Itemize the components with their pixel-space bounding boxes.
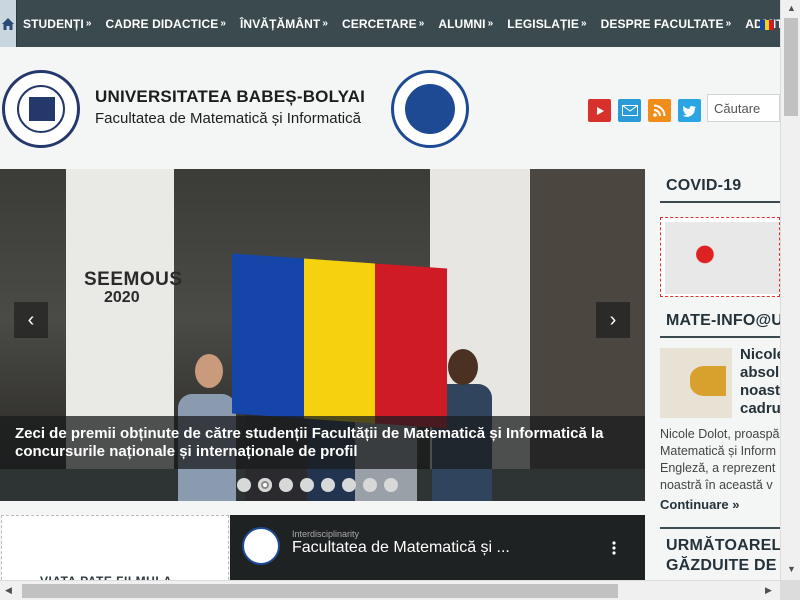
nav-item-despre-facultate[interactable]: DESPRE FACULTATE» — [601, 0, 740, 47]
twitter-icon[interactable] — [678, 99, 701, 122]
events-section-title[interactable]: URMĂTOAREL — [666, 537, 781, 555]
nav-item-alumni[interactable]: ALUMNI» — [438, 0, 501, 47]
hero-slider[interactable]: SEEMOUS 2020 Zeci de premii obținute de … — [0, 169, 645, 501]
search-input[interactable]: Căutare — [707, 94, 780, 122]
faculty-logo-emblem — [405, 84, 455, 134]
chevron-right-icon: » — [487, 18, 494, 29]
slider-dot[interactable] — [384, 478, 398, 492]
university-name[interactable]: UNIVERSITATEA BABEȘ-BOLYAI — [95, 87, 365, 107]
student-head — [195, 354, 223, 388]
vertical-scroll-thumb[interactable] — [784, 18, 798, 116]
slide-caption[interactable]: Zeci de premii obținute de către studenț… — [0, 416, 645, 469]
horizontal-scrollbar[interactable]: ◀ ▶ — [0, 580, 780, 600]
news-excerpt: Nicole Dolot, proaspă Matematică și Info… — [660, 427, 780, 492]
chevron-right-icon: » — [418, 18, 425, 29]
banner-year: 2020 — [104, 289, 140, 306]
nav-item-legislatie[interactable]: LEGISLAȚIE» — [507, 0, 594, 47]
news-title[interactable]: Nicole absol noast cadru — [740, 346, 780, 418]
romanian-flag-photo — [232, 253, 448, 429]
slider-dot[interactable] — [279, 478, 293, 492]
slider-dot[interactable] — [363, 478, 377, 492]
home-button[interactable] — [0, 0, 17, 47]
mail-icon[interactable] — [618, 99, 641, 122]
youtube-icon[interactable] — [588, 99, 611, 122]
featured-card: VIATA PATE FILMULA — [1, 515, 229, 588]
covid-section-title[interactable]: COVID-19 — [666, 177, 741, 195]
covid-banner-image[interactable] — [660, 217, 780, 297]
events-section-title-line2[interactable]: GĂZDUITE DE — [666, 557, 777, 575]
section-divider — [660, 527, 780, 529]
nav-item-cadre-didactice[interactable]: CADRE DIDACTICE» — [105, 0, 234, 47]
news-thumbnail[interactable] — [660, 348, 732, 418]
chevron-right-icon: › — [609, 308, 617, 331]
language-flag-icon[interactable] — [760, 20, 775, 30]
vertical-scrollbar[interactable]: ▲ ▼ — [780, 0, 800, 580]
seal-book-emblem — [29, 97, 55, 121]
chevron-right-icon: » — [220, 18, 226, 29]
home-icon — [2, 17, 14, 30]
chevron-right-icon: » — [85, 18, 92, 29]
slider-dot[interactable] — [300, 478, 314, 492]
section-divider — [660, 201, 780, 203]
more-options-icon[interactable] — [612, 541, 616, 555]
nav-menu: STUDENȚI» CADRE DIDACTICE» ÎNVĂȚĂMÂNT» C… — [17, 0, 800, 47]
slider-dot[interactable] — [237, 478, 251, 492]
site-header: UNIVERSITATEA BABEȘ-BOLYAI Facultatea de… — [0, 47, 780, 169]
continue-link[interactable]: Continuare » — [660, 497, 739, 512]
horizontal-scroll-thumb[interactable] — [22, 584, 618, 598]
university-seal-logo[interactable] — [2, 70, 80, 148]
virus-image — [665, 222, 779, 294]
scroll-right-icon[interactable]: ▶ — [765, 585, 772, 596]
slider-prev-button[interactable]: ‹ — [14, 302, 48, 338]
mate-info-section-title[interactable]: MATE-INFO@U — [666, 312, 783, 330]
rss-icon[interactable] — [648, 99, 671, 122]
scroll-down-icon[interactable]: ▼ — [787, 564, 796, 574]
video-title[interactable]: Facultatea de Matematică și ... — [292, 539, 510, 557]
chevron-right-icon: » — [322, 18, 328, 29]
video-channel-avatar[interactable] — [242, 527, 280, 565]
video-channel-name: Interdisciplinarity — [292, 529, 360, 539]
banner-text: SEEMOUS — [84, 269, 183, 290]
slider-dot[interactable] — [258, 478, 272, 492]
top-navigation: STUDENȚI» CADRE DIDACTICE» ÎNVĂȚĂMÂNT» C… — [0, 0, 800, 47]
slider-next-button[interactable]: › — [596, 302, 630, 338]
scrollbar-corner — [780, 580, 800, 600]
section-divider — [660, 336, 780, 338]
nav-item-studenti[interactable]: STUDENȚI» — [23, 0, 99, 47]
chevron-right-icon: » — [725, 18, 732, 29]
embedded-video[interactable]: Interdisciplinarity Facultatea de Matema… — [230, 515, 645, 585]
scroll-left-icon[interactable]: ◀ — [5, 585, 12, 596]
nav-item-cercetare[interactable]: CERCETARE» — [342, 0, 432, 47]
faculty-logo[interactable] — [391, 70, 469, 148]
nav-item-invatamant[interactable]: ÎNVĂȚĂMÂNT» — [240, 0, 336, 47]
chevron-right-icon: » — [580, 18, 587, 29]
student-head — [448, 349, 478, 385]
faculty-name[interactable]: Facultatea de Matematică și Informatică — [95, 110, 361, 127]
slider-dot[interactable] — [321, 478, 335, 492]
slider-dot[interactable] — [342, 478, 356, 492]
slider-pagination — [0, 469, 645, 501]
scroll-up-icon[interactable]: ▲ — [787, 3, 796, 13]
thumbnail-graphic — [690, 366, 726, 396]
chevron-left-icon: ‹ — [27, 308, 35, 331]
